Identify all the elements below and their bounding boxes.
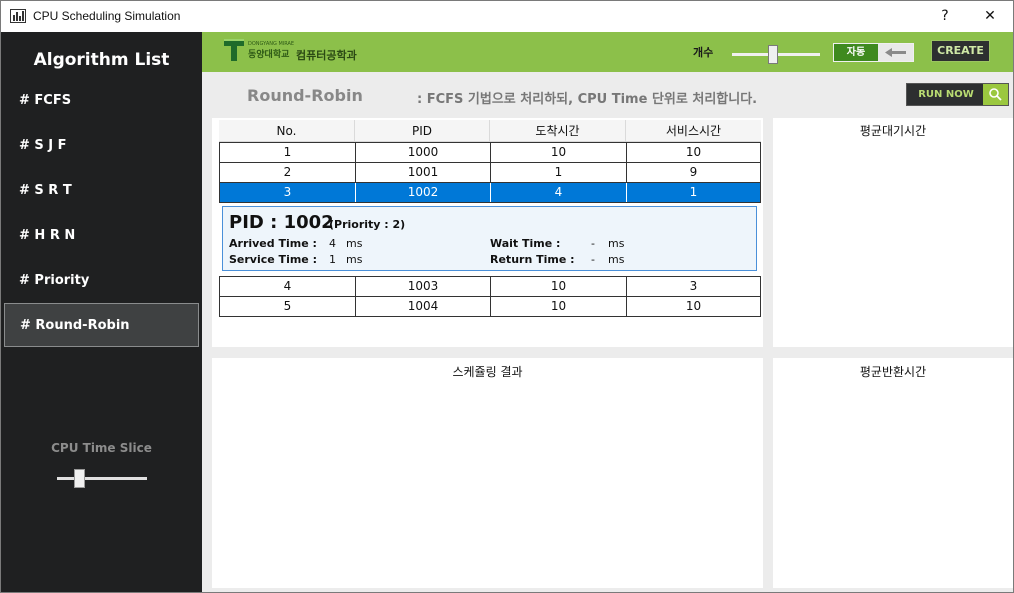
detail-pid: PID : 1002 xyxy=(229,212,334,233)
cell-service: 10 xyxy=(685,299,702,313)
cell-service: 3 xyxy=(689,279,698,293)
auto-toggle-label: 자동 xyxy=(846,47,866,58)
search-button[interactable] xyxy=(983,84,1008,105)
cell-no: 5 xyxy=(220,297,356,316)
arrived-time-unit: ms xyxy=(346,237,363,250)
title-bar: CPU Scheduling Simulation ? ✕ xyxy=(1,1,1013,32)
help-button[interactable]: ? xyxy=(922,1,968,32)
count-slider-thumb[interactable] xyxy=(768,45,778,64)
window-title: CPU Scheduling Simulation xyxy=(33,9,181,23)
sidebar-item-round-robin[interactable]: # Round-Robin xyxy=(4,303,199,347)
wait-time-value: - xyxy=(591,237,595,250)
average-return-title: 평균반환시간 xyxy=(859,365,927,379)
chart-app-icon xyxy=(10,9,26,23)
scheduling-result-panel: 스케쥴링 결과 xyxy=(212,358,763,588)
wait-time-label: Wait Time : xyxy=(490,237,561,250)
detail-priority: (Priority : 2) xyxy=(329,218,406,231)
algorithm-name: Round-Robin xyxy=(247,86,363,105)
table-row[interactable]: 2 1001 1 9 xyxy=(219,163,761,183)
sidebar-item-priority[interactable]: # Priority xyxy=(4,259,199,303)
column-header-no[interactable]: No. xyxy=(219,120,355,142)
cell-no: 4 xyxy=(220,277,356,296)
table-row[interactable]: 5 1004 10 10 xyxy=(219,297,761,317)
count-label: 개수 xyxy=(693,46,714,59)
run-now-label: RUN NOW xyxy=(918,89,974,100)
logo-school-name: 동양대학교 xyxy=(248,50,290,60)
time-slice-track[interactable] xyxy=(57,477,147,480)
cell-pid: 1003 xyxy=(356,277,491,296)
sidebar-item-sjf[interactable]: # S J F xyxy=(4,124,199,168)
cell-no: 1 xyxy=(220,143,356,162)
arrived-time-value: 4 xyxy=(329,237,336,250)
auto-toggle[interactable]: 자동 xyxy=(833,43,914,62)
close-button[interactable]: ✕ xyxy=(967,1,1013,32)
cell-arrival: 4 xyxy=(491,183,627,202)
cell-arrival: 10 xyxy=(491,277,627,296)
header-bar: DONGYANG MIRAE 동양대학교 컴퓨터공학과 개수 자동 CREATE xyxy=(202,32,1013,72)
cell-pid: 1002 xyxy=(356,183,491,202)
table-row[interactable]: 1 1000 10 10 xyxy=(219,142,761,163)
table-header: No. PID 도착시간 서비스시간 xyxy=(219,120,761,142)
app-window: CPU Scheduling Simulation ? ✕ Algorithm … xyxy=(0,0,1014,593)
arrow-left-icon xyxy=(885,48,906,57)
process-detail-panel: PID : 1002 (Priority : 2) Arrived Time :… xyxy=(222,206,757,271)
university-logo-icon xyxy=(224,39,244,61)
column-header-arrival[interactable]: 도착시간 xyxy=(490,120,626,142)
logo-department: 컴퓨터공학과 xyxy=(296,49,357,62)
cell-arrival: 10 xyxy=(491,297,627,316)
service-time-value: 1 xyxy=(329,253,336,266)
create-button[interactable]: CREATE xyxy=(931,40,990,62)
cell-pid: 1001 xyxy=(356,163,491,182)
average-wait-panel: 평균대기시간 xyxy=(773,118,1013,347)
cell-no: 2 xyxy=(220,163,356,182)
auto-toggle-knob[interactable] xyxy=(878,44,913,61)
sidebar: Algorithm List # FCFS # S J F # S R T # … xyxy=(1,32,202,592)
cell-arrival: 1 xyxy=(491,163,627,182)
cell-arrival: 10 xyxy=(491,143,627,162)
table-row-selected[interactable]: 3 1002 4 1 xyxy=(219,183,761,203)
service-time-unit: ms xyxy=(346,253,363,266)
average-wait-title: 평균대기시간 xyxy=(859,124,927,138)
cell-service: 10 xyxy=(685,145,702,159)
search-icon xyxy=(989,88,1002,101)
wait-time-unit: ms xyxy=(608,237,625,250)
run-now-button[interactable]: RUN NOW xyxy=(906,83,1009,106)
sidebar-item-hrn[interactable]: # H R N xyxy=(4,214,199,258)
arrived-time-label: Arrived Time : xyxy=(229,237,317,250)
cell-no: 3 xyxy=(220,183,356,202)
cell-service: 1 xyxy=(689,185,698,199)
sidebar-title: Algorithm List xyxy=(33,50,170,70)
column-header-pid[interactable]: PID xyxy=(355,120,490,142)
time-slice-thumb[interactable] xyxy=(74,469,85,488)
cell-service: 9 xyxy=(689,165,698,179)
cell-pid: 1004 xyxy=(356,297,491,316)
scheduling-result-title: 스케쥴링 결과 xyxy=(452,365,523,379)
average-return-panel: 평균반환시간 xyxy=(773,358,1013,588)
return-time-unit: ms xyxy=(608,253,625,266)
table-row[interactable]: 4 1003 10 3 xyxy=(219,276,761,297)
column-header-service[interactable]: 서비스시간 xyxy=(626,120,761,142)
sidebar-item-fcfs[interactable]: # FCFS xyxy=(4,79,199,123)
return-time-value: - xyxy=(591,253,595,266)
algorithm-description: : FCFS 기법으로 처리하되, CPU Time 단위로 처리합니다. xyxy=(417,92,758,107)
return-time-label: Return Time : xyxy=(490,253,575,266)
time-slice-label: CPU Time Slice xyxy=(51,441,152,455)
cell-pid: 1000 xyxy=(356,143,491,162)
sidebar-item-srt[interactable]: # S R T xyxy=(4,169,199,213)
service-time-label: Service Time : xyxy=(229,253,317,266)
